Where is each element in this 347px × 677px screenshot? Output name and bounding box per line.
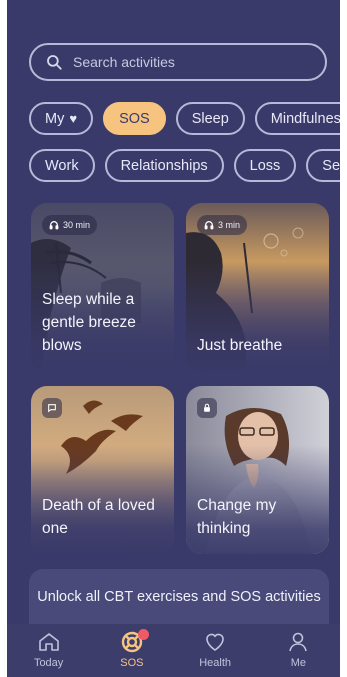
search-icon [47, 55, 62, 70]
chip-label: SOS [119, 110, 150, 127]
search-input[interactable] [73, 54, 303, 70]
chip-label: Self [322, 157, 340, 174]
category-chips-row-1: My ♥ SOS Sleep Mindfulness [29, 102, 340, 135]
headphones-icon [49, 221, 59, 230]
app-screen: My ♥ SOS Sleep Mindfulness Work Relation… [7, 0, 340, 677]
home-icon [38, 633, 59, 651]
chip-work[interactable]: Work [29, 149, 95, 182]
heart-icon [206, 633, 224, 651]
unlock-text: Unlock all CBT exercises and SOS activit… [37, 589, 321, 605]
chip-loss[interactable]: Loss [233, 149, 297, 182]
duration-text: 3 min [218, 220, 241, 230]
bottom-tab-bar: Today SOS Health Me [7, 624, 340, 677]
duration-badge: 30 min [42, 215, 98, 235]
chip-label: My [45, 110, 65, 127]
tab-sos[interactable]: SOS [100, 629, 164, 669]
duration-text: 30 min [63, 220, 91, 230]
card-title: Change my thinking [197, 497, 277, 537]
duration-badge: 3 min [197, 215, 248, 235]
chat-icon [48, 404, 56, 413]
category-chips-row-2: Work Relationships Loss Self [29, 149, 340, 182]
chip-mindfulness[interactable]: Mindfulness [254, 102, 340, 135]
chip-label: Relationships [120, 157, 208, 174]
activity-card-just-breathe[interactable]: 3 min Just breathe [186, 203, 329, 371]
lock-icon [204, 403, 210, 412]
chip-sos[interactable]: SOS [103, 102, 166, 135]
tab-label: SOS [120, 657, 144, 669]
card-title: Sleep while a gentle breeze blows [42, 291, 136, 354]
chat-badge [42, 398, 62, 418]
tab-today[interactable]: Today [17, 630, 81, 669]
chip-relationships[interactable]: Relationships [104, 149, 224, 182]
tab-label: Me [290, 657, 307, 669]
headphones-icon [204, 221, 214, 230]
tab-label: Today [33, 657, 64, 669]
chip-my-favorites[interactable]: My ♥ [29, 102, 94, 135]
activity-card-sleep-breeze[interactable]: 30 min Sleep while a gentle breeze blows [31, 203, 174, 371]
lock-badge [197, 398, 217, 418]
chip-label: Mindfulness [270, 110, 340, 127]
chip-label: Work [45, 157, 79, 174]
person-icon [289, 632, 308, 652]
activity-card-death-loved-one[interactable]: Death of a loved one [31, 386, 174, 554]
tab-label: Health [199, 657, 232, 669]
chip-sleep[interactable]: Sleep [175, 102, 245, 135]
tab-health[interactable]: Health [183, 630, 247, 669]
chip-label: Sleep [191, 110, 229, 127]
chip-self[interactable]: Self [306, 149, 340, 182]
card-title: Death of a loved one [42, 497, 155, 537]
card-title: Just breathe [197, 337, 283, 354]
search-bar[interactable] [29, 43, 327, 81]
chip-label: Loss [249, 157, 281, 174]
activity-card-change-thinking[interactable]: Change my thinking [186, 386, 329, 554]
heart-icon: ♥ [69, 111, 78, 126]
tab-me[interactable]: Me [266, 630, 330, 669]
notification-dot [137, 629, 149, 640]
